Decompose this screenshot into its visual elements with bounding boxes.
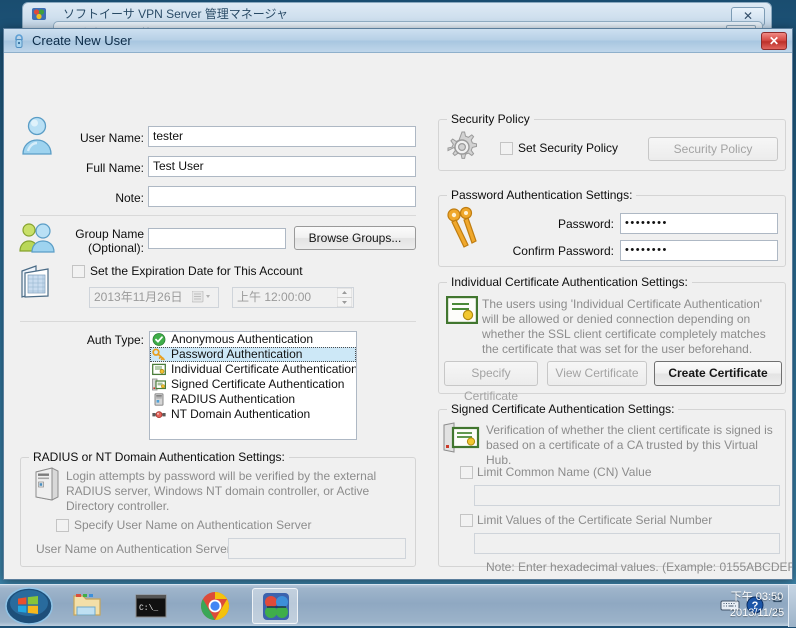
green-check-icon — [152, 333, 167, 346]
auth-option-nt-domain[interactable]: NT Domain Authentication — [150, 407, 356, 422]
background-window-title: ソフトイーサ VPN Server 管理マネージャ — [63, 7, 288, 21]
limit-serial-number-label: Limit Values of the Certificate Serial N… — [477, 513, 713, 527]
time-spinner[interactable] — [336, 287, 353, 310]
softether-manager-icon — [31, 6, 47, 22]
specify-username-checkbox[interactable] — [56, 519, 69, 532]
note-input[interactable] — [148, 186, 416, 207]
set-security-policy-checkbox[interactable] — [500, 142, 513, 155]
common-name-input[interactable] — [474, 485, 780, 506]
set-security-policy-label: Set Security Policy — [518, 141, 619, 155]
taskbar: C:\_ ? 下午 03:50 2013/11/25 — [0, 584, 796, 627]
confirm-password-label: Confirm Password: — [512, 244, 614, 258]
username-input[interactable]: tester — [148, 126, 416, 147]
user-lock-icon — [11, 33, 27, 49]
auth-type-label: Auth Type: — [86, 333, 144, 347]
auth-option-signed-certificate[interactable]: Signed Certificate Authentication — [150, 377, 356, 392]
desktop-background: ソフトイーサ VPN Server 管理マネージャ ✕ 仮想HUB の管理 ❐ … — [0, 0, 796, 627]
dialog-close-button[interactable]: ✕ — [761, 32, 787, 50]
radius-username-label: User Name on Authentication Server: — [36, 542, 235, 556]
specify-username-label: Specify User Name on Authentication Serv… — [74, 518, 312, 532]
serial-number-input[interactable] — [474, 533, 780, 554]
limit-common-name-checkbox[interactable] — [460, 466, 473, 479]
divider-upper — [20, 215, 416, 216]
create-new-user-dialog: Create New User ✕ User Name: tester Full… — [3, 28, 793, 580]
certificate-icon — [445, 295, 479, 327]
svg-text:C:\_: C:\_ — [139, 604, 158, 613]
auth-option-password[interactable]: Password Authentication — [150, 347, 356, 362]
certificate-icon — [152, 363, 167, 376]
taskbar-item-google-chrome[interactable] — [192, 588, 238, 624]
view-certificate-button[interactable]: View Certificate — [547, 361, 647, 386]
clock[interactable]: 下午 03:50 2013/11/25 — [726, 589, 788, 621]
fullname-label: Full Name: — [85, 161, 144, 175]
auth-option-label: RADIUS Authentication — [171, 392, 296, 406]
limit-serial-number-checkbox[interactable] — [460, 514, 473, 527]
calendar-icon — [16, 263, 56, 302]
fullname-input[interactable]: Test User — [148, 156, 416, 177]
create-certificate-button[interactable]: Create Certificate — [654, 361, 782, 386]
expiration-time-input[interactable]: 上午 12:00:00 — [232, 287, 354, 308]
dialog-title: Create New User — [32, 33, 132, 48]
show-desktop-button[interactable] — [788, 585, 796, 627]
password-input[interactable]: •••••••• — [620, 213, 778, 234]
confirm-password-input[interactable]: •••••••• — [620, 240, 778, 261]
serial-number-note: Note: Enter hexadecimal values. (Example… — [486, 560, 793, 574]
group-name-label-line2: (Optional): — [87, 241, 144, 255]
auth-option-label: Anonymous Authentication — [171, 332, 314, 346]
specify-certificate-button[interactable]: Specify Certificate — [444, 361, 538, 403]
auth-option-label: Password Authentication — [171, 347, 303, 361]
browse-groups-button[interactable]: Browse Groups... — [294, 226, 416, 250]
signed-certificate-icon — [152, 378, 167, 391]
clock-time: 下午 03:50 — [730, 591, 784, 603]
signed-certificate-caption: Signed Certificate Authentication Settin… — [447, 402, 679, 416]
password-settings-caption: Password Authentication Settings: — [447, 188, 637, 202]
set-expiration-checkbox[interactable] — [72, 265, 85, 278]
security-policy-caption: Security Policy — [447, 112, 534, 126]
auth-option-label: Individual Certificate Authentication — [171, 362, 357, 376]
individual-certificate-description: The users using 'Individual Certificate … — [482, 297, 766, 356]
taskbar-item-windows-explorer[interactable] — [64, 588, 110, 624]
taskbar-item-softether-vpn[interactable] — [252, 588, 298, 624]
auth-option-individual-certificate[interactable]: Individual Certificate Authentication — [150, 362, 356, 377]
taskbar-item-command-prompt[interactable]: C:\_ — [128, 588, 174, 624]
note-label: Note: — [115, 191, 144, 205]
username-label: User Name: — [79, 131, 144, 145]
dialog-body: User Name: tester Full Name: Test User N… — [4, 53, 793, 579]
key-icon — [152, 348, 167, 361]
radius-server-icon — [32, 467, 60, 504]
auth-option-label: Signed Certificate Authentication — [171, 377, 345, 391]
signed-certificate-icon — [442, 422, 480, 457]
clock-date: 2013/11/25 — [729, 607, 785, 619]
radius-description: Login attempts by password will be verif… — [66, 469, 377, 513]
group-name-input[interactable] — [148, 228, 286, 249]
calendar-dropdown-icon[interactable] — [191, 290, 216, 307]
dialog-titlebar[interactable]: Create New User ✕ — [4, 29, 792, 53]
group-name-label-line1: Group Name — [75, 227, 144, 241]
server-icon — [152, 393, 167, 406]
start-button[interactable] — [4, 587, 54, 625]
radius-username-input[interactable] — [228, 538, 406, 559]
auth-option-label: NT Domain Authentication — [171, 407, 311, 421]
gear-icon — [444, 129, 480, 168]
security-policy-button[interactable]: Security Policy — [648, 137, 778, 161]
individual-certificate-caption: Individual Certificate Authentication Se… — [447, 275, 692, 289]
auth-option-anonymous[interactable]: Anonymous Authentication — [150, 332, 356, 347]
domain-icon — [152, 408, 167, 421]
divider-lower — [20, 321, 416, 322]
auth-type-listbox[interactable]: Anonymous Authentication Password Authen… — [149, 331, 357, 440]
auth-option-radius[interactable]: RADIUS Authentication — [150, 392, 356, 407]
set-expiration-label: Set the Expiration Date for This Account — [90, 264, 303, 278]
radius-settings-caption: RADIUS or NT Domain Authentication Setti… — [29, 450, 289, 464]
limit-common-name-label: Limit Common Name (CN) Value — [477, 465, 652, 479]
password-label: Password: — [557, 217, 614, 231]
signed-certificate-description: Verification of whether the client certi… — [486, 423, 773, 467]
